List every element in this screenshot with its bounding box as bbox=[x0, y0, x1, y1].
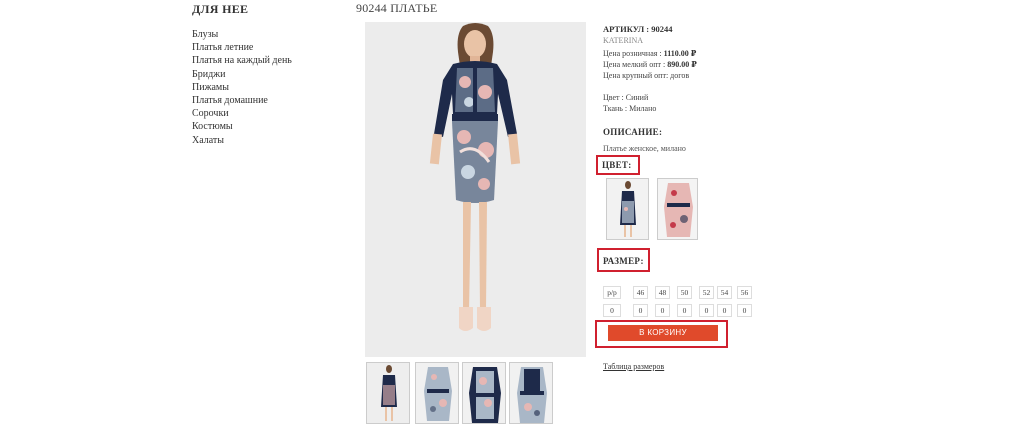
product-brand: KATERINA bbox=[603, 36, 643, 45]
dress-photo-icon bbox=[365, 22, 586, 357]
thumbnail-4[interactable] bbox=[509, 362, 553, 424]
dress-swatch-pink-icon bbox=[658, 179, 697, 239]
description-label: ОПИСАНИЕ: bbox=[603, 127, 663, 137]
price-small-value: 890.00 ₽ bbox=[667, 60, 697, 69]
description-text: Платье женское, милано bbox=[603, 144, 686, 153]
sidebar-item-home-dresses[interactable]: Платья домашние bbox=[192, 94, 292, 107]
sidebar-item-breeches[interactable]: Бриджи bbox=[192, 68, 292, 81]
product-main-photo[interactable] bbox=[365, 22, 586, 357]
price-large: Цена крупный опт: догов bbox=[603, 71, 690, 80]
dress-photo-icon bbox=[463, 363, 505, 423]
sidebar-item-everyday-dresses[interactable]: Платья на каждый день bbox=[192, 54, 292, 67]
product-article: АРТИКУЛ : 90244 bbox=[603, 24, 673, 34]
thumbnail-3[interactable] bbox=[462, 362, 506, 424]
size-qty-52[interactable]: 0 bbox=[699, 304, 714, 317]
size-qty-46[interactable]: 0 bbox=[633, 304, 648, 317]
thumbnail-1[interactable] bbox=[366, 362, 410, 424]
size-table-link[interactable]: Таблица размеров bbox=[603, 362, 664, 371]
size-qty-48[interactable]: 0 bbox=[655, 304, 670, 317]
sidebar-item-pajamas[interactable]: Пижамы bbox=[192, 81, 292, 94]
size-header-54: 54 bbox=[717, 286, 732, 299]
size-qty-56[interactable]: 0 bbox=[737, 304, 752, 317]
size-qty-rr[interactable]: 0 bbox=[603, 304, 621, 317]
size-qty-54[interactable]: 0 bbox=[717, 304, 732, 317]
size-header-46: 46 bbox=[633, 286, 648, 299]
size-qty-50[interactable]: 0 bbox=[677, 304, 692, 317]
size-header-50: 50 bbox=[677, 286, 692, 299]
price-retail-row: Цена розничная : 1110.00 ₽ bbox=[603, 48, 696, 58]
sidebar-item-blouses[interactable]: Блузы bbox=[192, 28, 292, 41]
sidebar-menu: Блузы Платья летние Платья на каждый ден… bbox=[192, 28, 292, 147]
sidebar-title: ДЛЯ НЕЕ bbox=[192, 2, 249, 16]
dress-photo-icon bbox=[416, 363, 458, 423]
dress-swatch-blue-icon bbox=[607, 179, 648, 239]
price-retail-label: Цена розничная : bbox=[603, 49, 662, 58]
dress-photo-icon bbox=[510, 363, 552, 423]
thumbnail-2[interactable] bbox=[415, 362, 459, 424]
price-small-label: Цена мелкий опт : bbox=[603, 60, 666, 69]
price-small-row: Цена мелкий опт : 890.00 ₽ bbox=[603, 59, 697, 69]
size-header-52: 52 bbox=[699, 286, 714, 299]
product-fabric: Ткань : Милано bbox=[603, 104, 657, 113]
size-header-56: 56 bbox=[737, 286, 752, 299]
sidebar-item-robes[interactable]: Халаты bbox=[192, 134, 292, 147]
product-title: 90244 ПЛАТЬЕ bbox=[356, 1, 438, 15]
size-label: РАЗМЕР: bbox=[603, 256, 644, 266]
color-label: ЦВЕТ: bbox=[602, 160, 632, 170]
dress-photo-icon bbox=[367, 363, 409, 423]
sidebar-item-summer-dresses[interactable]: Платья летние bbox=[192, 41, 292, 54]
add-to-cart-button[interactable]: В КОРЗИНУ bbox=[608, 325, 718, 341]
product-color: Цвет : Синий bbox=[603, 93, 649, 102]
sidebar-item-nightgowns[interactable]: Сорочки bbox=[192, 107, 292, 120]
price-retail-value: 1110.00 ₽ bbox=[663, 49, 697, 58]
size-header-rr: р/р bbox=[603, 286, 621, 299]
color-swatch-pink[interactable] bbox=[657, 178, 698, 240]
sidebar-item-suits[interactable]: Костюмы bbox=[192, 120, 292, 133]
color-swatch-blue[interactable] bbox=[606, 178, 649, 240]
size-header-48: 48 bbox=[655, 286, 670, 299]
